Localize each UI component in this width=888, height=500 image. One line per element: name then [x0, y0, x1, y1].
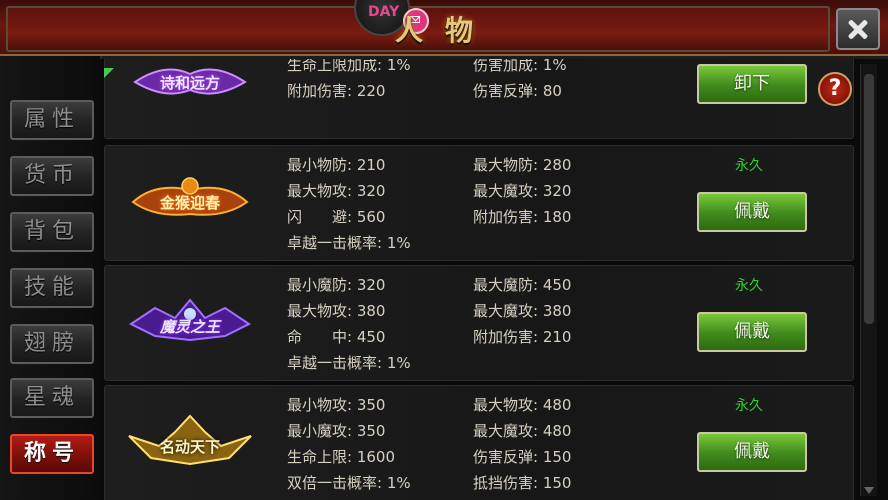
stat-right: 最大魔防: 450 — [473, 276, 572, 294]
title-row: 名动天下 最小物攻: 350 最小魔攻: 350 生命上限: 1600 双倍一击… — [104, 385, 854, 500]
stat-right: 伤害反弹: 80 — [473, 82, 562, 100]
emblem-text: 名动天下 — [159, 438, 220, 456]
stat-left: 最小魔防: 320 — [287, 276, 386, 294]
stat-right: 最大物防: 280 — [473, 156, 572, 174]
stat-left: 附加伤害: 220 — [287, 82, 386, 100]
page-title: 人物 — [394, 14, 495, 47]
emblem-text: 魔灵之王 — [159, 318, 220, 336]
stat-right: 最大魔攻: 320 — [473, 182, 572, 200]
stat-left: 最小物攻: 350 — [287, 396, 386, 414]
duration-label: 永久 — [735, 158, 763, 174]
stat-left: 最小魔攻: 350 — [287, 422, 386, 440]
title-emblem-molingzhiwang: 魔灵之王 — [125, 294, 255, 354]
stat-left: 最大物攻: 380 — [287, 302, 386, 320]
title-row: 魔灵之王 最小魔防: 320 最大物攻: 380 命 中: 450 卓越一击概率… — [104, 265, 854, 381]
equip-button[interactable]: 佩戴 — [697, 192, 807, 232]
scrollbar[interactable] — [860, 64, 877, 496]
stat-right: 最大魔攻: 480 — [473, 422, 572, 440]
stat-right: 附加伤害: 180 — [473, 208, 572, 226]
stat-right: 附加伤害: 210 — [473, 328, 572, 346]
duration-label: 永久 — [735, 398, 763, 414]
tab-star-soul[interactable]: 星魂 — [10, 378, 94, 418]
stat-right: 最大物攻: 480 — [473, 396, 572, 414]
equip-button[interactable]: 佩戴 — [697, 432, 807, 472]
tab-titles[interactable]: 称号 — [10, 434, 94, 474]
unequip-button[interactable]: 卸下 — [697, 64, 807, 104]
duration-label: 永久 — [735, 278, 763, 294]
emblem-text: 金猴迎春 — [159, 194, 220, 212]
stat-left: 命 中: 450 — [287, 328, 386, 346]
stat-right: 最大魔攻: 380 — [473, 302, 572, 320]
stat-left: 生命上限加成: 1% — [287, 59, 411, 74]
stat-left: 双倍一击概率: 1% — [287, 474, 411, 492]
title-row: 金猴迎春 最小物防: 210 最大物攻: 320 闪 避: 560 卓越一击概率… — [104, 145, 854, 261]
sidebar: 属性 货币 背包 技能 翅膀 星魂 称号 — [0, 56, 102, 500]
close-button[interactable] — [836, 8, 880, 50]
stat-left: 最大物攻: 320 — [287, 182, 386, 200]
emblem-text: 诗和远方 — [159, 74, 220, 92]
tab-currency[interactable]: 货币 — [10, 156, 94, 196]
stat-right: 伤害反弹: 150 — [473, 448, 572, 466]
title-emblem-shiheyuanfang: 诗和远方 — [125, 60, 255, 120]
title-list[interactable]: 诗和远方 生命上限加成: 1% 附加伤害: 220 伤害加成: 1% 伤害反弹:… — [100, 59, 860, 500]
tab-skills[interactable]: 技能 — [10, 268, 94, 308]
stat-right: 抵挡伤害: 150 — [473, 474, 572, 492]
title-emblem-mingdongtianxia: 名动天下 — [125, 412, 255, 472]
equip-button[interactable]: 佩戴 — [697, 312, 807, 352]
tab-wings[interactable]: 翅膀 — [10, 324, 94, 364]
stat-left: 最小物防: 210 — [287, 156, 386, 174]
corner-marker-icon — [104, 68, 114, 78]
tab-attributes[interactable]: 属性 — [10, 100, 94, 140]
stat-left: 卓越一击概率: 1% — [287, 354, 411, 372]
title-emblem-jinhouyingchun: 金猴迎春 — [125, 174, 255, 234]
help-button[interactable]: ? — [818, 72, 852, 106]
scroll-down-arrow-icon[interactable] — [864, 487, 874, 494]
stat-left: 生命上限: 1600 — [287, 448, 395, 466]
scroll-thumb[interactable] — [864, 74, 874, 324]
title-row: 诗和远方 生命上限加成: 1% 附加伤害: 220 伤害加成: 1% 伤害反弹:… — [104, 59, 854, 139]
stat-left: 闪 避: 560 — [287, 208, 386, 226]
title-bar: DAY 人物 — [0, 0, 888, 59]
stat-left: 卓越一击概率: 1% — [287, 234, 411, 252]
stat-right: 伤害加成: 1% — [473, 59, 567, 74]
tab-backpack[interactable]: 背包 — [10, 212, 94, 252]
